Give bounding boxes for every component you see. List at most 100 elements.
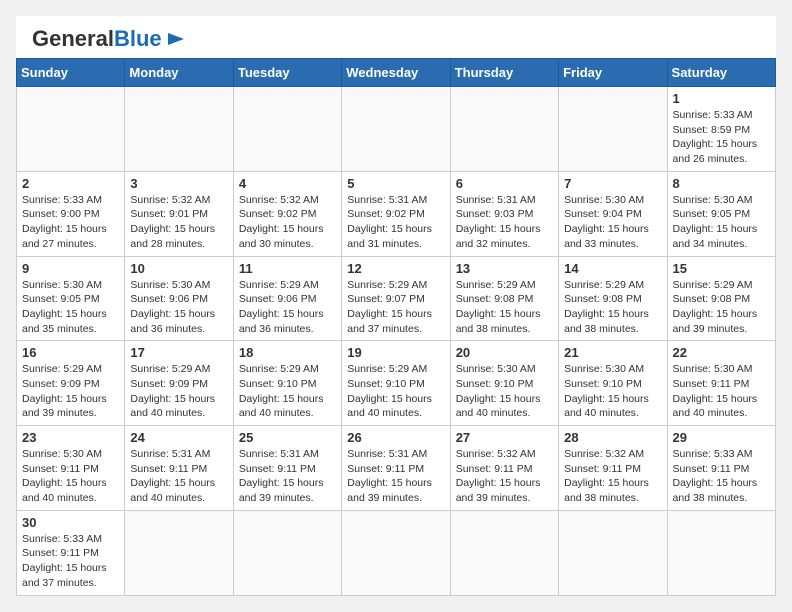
calendar-cell [233, 87, 341, 172]
calendar-cell [450, 510, 558, 595]
day-number: 20 [456, 345, 553, 360]
day-number: 7 [564, 176, 661, 191]
calendar-cell [342, 510, 450, 595]
day-info: Sunrise: 5:32 AM Sunset: 9:11 PM Dayligh… [564, 447, 661, 506]
calendar-table: SundayMondayTuesdayWednesdayThursdayFrid… [16, 58, 776, 596]
day-number: 5 [347, 176, 444, 191]
logo-icon [166, 29, 186, 49]
day-number: 12 [347, 261, 444, 276]
day-info: Sunrise: 5:29 AM Sunset: 9:09 PM Dayligh… [22, 362, 119, 421]
calendar-cell: 30 Sunrise: 5:33 AM Sunset: 9:11 PM Dayli… [17, 510, 125, 595]
day-number: 22 [673, 345, 770, 360]
calendar-cell [559, 87, 667, 172]
day-number: 8 [673, 176, 770, 191]
logo-text: GeneralBlue [32, 28, 162, 50]
calendar-cell [233, 510, 341, 595]
day-info: Sunrise: 5:30 AM Sunset: 9:06 PM Dayligh… [130, 278, 227, 337]
day-number: 23 [22, 430, 119, 445]
calendar-page: GeneralBlue SundayMondayTuesdayWednesday… [16, 16, 776, 596]
weekday-header-thursday: Thursday [450, 59, 558, 87]
calendar-cell: 19Sunrise: 5:29 AM Sunset: 9:10 PM Dayli… [342, 341, 450, 426]
day-number: 30 [22, 515, 119, 530]
calendar-cell: 20Sunrise: 5:30 AM Sunset: 9:10 PM Dayli… [450, 341, 558, 426]
calendar-cell: 5 Sunrise: 5:31 AM Sunset: 9:02 PM Daylig… [342, 171, 450, 256]
day-number: 1 [673, 91, 770, 106]
calendar-cell: 12 Sunrise: 5:29 AM Sunset: 9:07 PM Dayli… [342, 256, 450, 341]
week-row-6: 30 Sunrise: 5:33 AM Sunset: 9:11 PM Dayli… [17, 510, 776, 595]
weekday-header-tuesday: Tuesday [233, 59, 341, 87]
weekday-header-row: SundayMondayTuesdayWednesdayThursdayFrid… [17, 59, 776, 87]
day-number: 3 [130, 176, 227, 191]
calendar-cell [667, 510, 775, 595]
calendar-cell: 24 Sunrise: 5:31 AM Sunset: 9:11 PM Dayli… [125, 426, 233, 511]
day-number: 29 [673, 430, 770, 445]
calendar-cell: 15 Sunrise: 5:29 AM Sunset: 9:08 PM Dayli… [667, 256, 775, 341]
calendar-cell [559, 510, 667, 595]
day-info: Sunrise: 5:33 AM Sunset: 9:11 PM Dayligh… [22, 532, 119, 591]
day-info: Sunrise: 5:29 AM Sunset: 9:08 PM Dayligh… [456, 278, 553, 337]
logo-general: General [32, 26, 114, 51]
day-number: 27 [456, 430, 553, 445]
day-info: Sunrise: 5:31 AM Sunset: 9:03 PM Dayligh… [456, 193, 553, 252]
day-number: 19 [347, 345, 444, 360]
day-info: Sunrise: 5:31 AM Sunset: 9:02 PM Dayligh… [347, 193, 444, 252]
day-info: Sunrise: 5:29 AM Sunset: 9:08 PM Dayligh… [673, 278, 770, 337]
day-info: Sunrise: 5:31 AM Sunset: 9:11 PM Dayligh… [130, 447, 227, 506]
calendar-cell: 3 Sunrise: 5:32 AM Sunset: 9:01 PM Daylig… [125, 171, 233, 256]
weekday-header-sunday: Sunday [17, 59, 125, 87]
week-row-3: 9Sunrise: 5:30 AM Sunset: 9:05 PM Daylig… [17, 256, 776, 341]
day-number: 11 [239, 261, 336, 276]
weekday-header-friday: Friday [559, 59, 667, 87]
day-number: 25 [239, 430, 336, 445]
day-number: 13 [456, 261, 553, 276]
day-number: 18 [239, 345, 336, 360]
calendar-cell: 28 Sunrise: 5:32 AM Sunset: 9:11 PM Dayli… [559, 426, 667, 511]
day-info: Sunrise: 5:30 AM Sunset: 9:04 PM Dayligh… [564, 193, 661, 252]
calendar-cell: 29Sunrise: 5:33 AM Sunset: 9:11 PM Dayli… [667, 426, 775, 511]
day-info: Sunrise: 5:29 AM Sunset: 9:08 PM Dayligh… [564, 278, 661, 337]
week-row-2: 2 Sunrise: 5:33 AM Sunset: 9:00 PM Daylig… [17, 171, 776, 256]
day-info: Sunrise: 5:33 AM Sunset: 9:00 PM Dayligh… [22, 193, 119, 252]
day-number: 15 [673, 261, 770, 276]
day-info: Sunrise: 5:29 AM Sunset: 9:07 PM Dayligh… [347, 278, 444, 337]
calendar-cell [125, 87, 233, 172]
day-info: Sunrise: 5:33 AM Sunset: 8:59 PM Dayligh… [673, 108, 770, 167]
day-info: Sunrise: 5:30 AM Sunset: 9:10 PM Dayligh… [564, 362, 661, 421]
calendar-cell: 14 Sunrise: 5:29 AM Sunset: 9:08 PM Dayli… [559, 256, 667, 341]
day-number: 26 [347, 430, 444, 445]
day-number: 24 [130, 430, 227, 445]
calendar-cell: 9Sunrise: 5:30 AM Sunset: 9:05 PM Daylig… [17, 256, 125, 341]
day-number: 21 [564, 345, 661, 360]
calendar-cell: 18 Sunrise: 5:29 AM Sunset: 9:10 PM Dayli… [233, 341, 341, 426]
day-number: 4 [239, 176, 336, 191]
calendar-cell: 27 Sunrise: 5:32 AM Sunset: 9:11 PM Dayli… [450, 426, 558, 511]
calendar-cell [342, 87, 450, 172]
day-info: Sunrise: 5:31 AM Sunset: 9:11 PM Dayligh… [347, 447, 444, 506]
weekday-header-monday: Monday [125, 59, 233, 87]
day-number: 28 [564, 430, 661, 445]
calendar-cell: 26 Sunrise: 5:31 AM Sunset: 9:11 PM Dayli… [342, 426, 450, 511]
day-number: 17 [130, 345, 227, 360]
day-info: Sunrise: 5:29 AM Sunset: 9:10 PM Dayligh… [239, 362, 336, 421]
day-info: Sunrise: 5:29 AM Sunset: 9:06 PM Dayligh… [239, 278, 336, 337]
day-number: 10 [130, 261, 227, 276]
week-row-1: 1 Sunrise: 5:33 AM Sunset: 8:59 PM Daylig… [17, 87, 776, 172]
day-info: Sunrise: 5:32 AM Sunset: 9:01 PM Dayligh… [130, 193, 227, 252]
day-info: Sunrise: 5:32 AM Sunset: 9:11 PM Dayligh… [456, 447, 553, 506]
calendar-cell: 1 Sunrise: 5:33 AM Sunset: 8:59 PM Daylig… [667, 87, 775, 172]
calendar-cell: 6Sunrise: 5:31 AM Sunset: 9:03 PM Daylig… [450, 171, 558, 256]
calendar-cell [450, 87, 558, 172]
calendar-cell: 8Sunrise: 5:30 AM Sunset: 9:05 PM Daylig… [667, 171, 775, 256]
day-number: 2 [22, 176, 119, 191]
weekday-header-wednesday: Wednesday [342, 59, 450, 87]
calendar-cell [125, 510, 233, 595]
logo-blue: Blue [114, 26, 162, 51]
calendar-cell: 22Sunrise: 5:30 AM Sunset: 9:11 PM Dayli… [667, 341, 775, 426]
calendar-cell: 7 Sunrise: 5:30 AM Sunset: 9:04 PM Daylig… [559, 171, 667, 256]
calendar-cell: 25 Sunrise: 5:31 AM Sunset: 9:11 PM Dayli… [233, 426, 341, 511]
calendar-cell: 21 Sunrise: 5:30 AM Sunset: 9:10 PM Dayli… [559, 341, 667, 426]
day-info: Sunrise: 5:31 AM Sunset: 9:11 PM Dayligh… [239, 447, 336, 506]
day-number: 9 [22, 261, 119, 276]
day-number: 14 [564, 261, 661, 276]
day-info: Sunrise: 5:30 AM Sunset: 9:11 PM Dayligh… [22, 447, 119, 506]
